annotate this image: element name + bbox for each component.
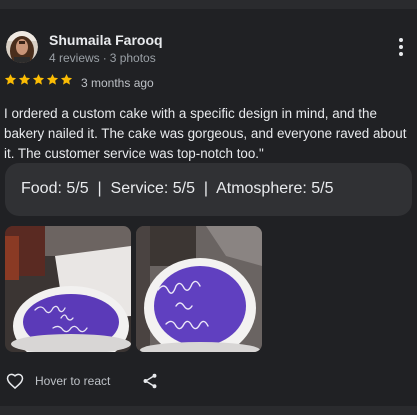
avatar[interactable] xyxy=(6,31,38,63)
reviewer-meta: 4 reviews · 3 photos xyxy=(49,51,156,65)
star-icon xyxy=(18,74,31,85)
heart-outline-icon xyxy=(6,373,24,390)
avatar-photo-icon xyxy=(6,31,38,63)
star-rating xyxy=(4,73,73,86)
share-icon xyxy=(143,373,157,389)
meta-separator: · xyxy=(102,51,107,65)
react-label: Hover to react xyxy=(35,374,111,388)
bottom-divider xyxy=(0,406,417,415)
review-text: I ordered a custom cake with a specific … xyxy=(4,106,407,161)
star-icon xyxy=(32,74,45,85)
share-button[interactable] xyxy=(141,372,159,390)
star-icon xyxy=(46,74,59,85)
review-time: 3 months ago xyxy=(81,76,154,90)
review-card: Shumaila Farooq 4 reviews · 3 photos 3 mon… xyxy=(0,0,417,415)
review-photo-1[interactable] xyxy=(5,226,131,352)
react-button[interactable] xyxy=(5,371,25,391)
cake-photo-icon xyxy=(136,226,262,352)
reviewer-name[interactable]: Shumaila Farooq xyxy=(49,32,163,48)
star-icon xyxy=(4,74,17,85)
reviews-count: 4 reviews xyxy=(49,51,100,65)
top-divider xyxy=(0,0,417,9)
review-photo-2[interactable] xyxy=(136,226,262,352)
more-vertical-icon xyxy=(399,38,403,56)
photos-count: 3 photos xyxy=(109,51,156,65)
cake-photo-icon xyxy=(5,226,131,352)
ratings-summary-text: Food: 5/5 | Service: 5/5 | Atmosphere: 5… xyxy=(21,180,334,197)
star-icon xyxy=(60,74,73,85)
ratings-summary-box: Food: 5/5 | Service: 5/5 | Atmosphere: 5… xyxy=(5,163,412,216)
more-options-button[interactable] xyxy=(392,36,410,58)
